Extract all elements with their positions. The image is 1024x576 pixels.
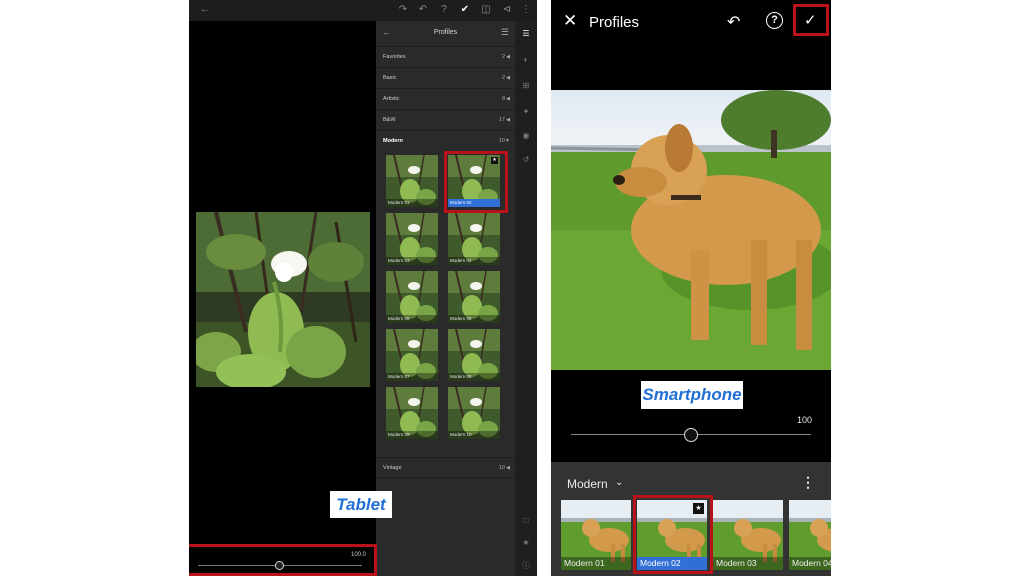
profiles-icon[interactable]: ◐ [521, 55, 531, 65]
profile-thumbnail[interactable]: Modern 07 [386, 329, 438, 381]
thumbnail-label: Modern 08 [448, 373, 500, 381]
undo-icon[interactable]: ↶ [417, 4, 429, 16]
profile-thumbnail[interactable]: Modern 08 [448, 329, 500, 381]
chevron-down-icon[interactable]: ⌄ [615, 477, 623, 488]
tablet-tool-rail: ☰ ◐ ⊞ ✦ ◉ ↺ □ ★ ⓘ [515, 21, 537, 576]
comment-icon[interactable]: □ [521, 516, 531, 526]
panel-title: Profiles [433, 29, 458, 36]
history-icon[interactable]: ↺ [521, 155, 531, 165]
profiles-panel: ← Profiles ☰ Favorites 2 ◀ Basic 2 ◀ Art… [376, 21, 515, 576]
profile-thumbnail[interactable]: Modern 01 [561, 500, 631, 570]
profile-group-selector[interactable]: Modern [567, 477, 608, 491]
thumbnail-label: Modern 01 [386, 199, 438, 207]
chevron-left-icon: ◀ [506, 54, 510, 60]
thumbnail-label: Modern 06 [448, 315, 500, 323]
profile-thumbnail[interactable]: Modern 03 [386, 213, 438, 265]
redo-icon[interactable]: ↷ [397, 4, 409, 16]
thumbnail-label: Modern 05 [386, 315, 438, 323]
smartphone-caption: Smartphone [641, 381, 743, 409]
tablet-selected-profile-highlight [444, 151, 508, 213]
profile-thumbnail[interactable]: Modern 04 [789, 500, 831, 570]
phone-confirm-highlight [793, 4, 829, 36]
phone-title: Profiles [589, 14, 640, 31]
category-modern[interactable]: Modern 10 ▼ [376, 131, 515, 152]
thumbnail-label: Modern 04 [789, 557, 831, 570]
crop-icon[interactable]: ⊞ [521, 81, 531, 91]
thumbnail-label: Modern 04 [448, 257, 500, 265]
tablet-photo-calla-lily [196, 212, 370, 387]
selective-icon[interactable]: ◉ [521, 131, 531, 141]
phone-selected-profile-highlight [633, 495, 713, 574]
profiles-panel-header: ← Profiles ☰ [376, 21, 515, 47]
profile-thumbnail[interactable]: Modern 09 [386, 387, 438, 439]
edit-sliders-icon[interactable]: ☰ [521, 29, 531, 39]
tablet-top-toolbar: ← ↷ ↶ ? ✔ ◫ ⊲ ⋮ [189, 0, 537, 21]
phone-amount-value: 100 [796, 415, 812, 425]
thumbnail-label: Modern 01 [561, 557, 631, 570]
compare-icon[interactable]: ◫ [480, 4, 492, 16]
phone-amount-slider-knob[interactable] [684, 428, 698, 442]
back-arrow-icon[interactable]: ← [199, 4, 211, 16]
share-icon[interactable]: ⊲ [501, 4, 513, 16]
category-bw[interactable]: B&W 17 ◀ [376, 110, 515, 131]
close-icon[interactable]: ✕ [563, 12, 577, 30]
comparison-stage: ← ↷ ↶ ? ✔ ◫ ⊲ ⋮ ← Profiles ☰ Favorites 2… [0, 0, 1024, 576]
tablet-caption: Tablet [330, 491, 392, 518]
done-check-icon[interactable]: ✔ [459, 4, 471, 16]
thumbnail-label: Modern 03 [386, 257, 438, 265]
phone-photo-dog [551, 90, 831, 370]
category-vintage[interactable]: Vintage 10 ◀ [376, 457, 515, 478]
tablet-amount-slider-knob[interactable] [275, 561, 284, 570]
tablet-amount-slider-highlight: 100.0 [189, 544, 377, 576]
help-icon[interactable]: ? [438, 4, 450, 16]
more-menu-icon[interactable]: ⋮ [520, 4, 532, 16]
category-artistic[interactable]: Artistic 8 ◀ [376, 89, 515, 110]
profile-thumbnail[interactable]: Modern 10 [448, 387, 500, 439]
undo-icon[interactable]: ↶ [727, 12, 740, 32]
thumbnail-label: Modern 03 [713, 557, 783, 570]
smartphone-screen: ✕ Profiles ↶ ? ✓ Smartphone 100 Modern ⌄… [551, 0, 831, 576]
profile-thumbnail[interactable]: Modern 06 [448, 271, 500, 323]
tablet-screen: ← ↷ ↶ ? ✔ ◫ ⊲ ⋮ ← Profiles ☰ Favorites 2… [189, 0, 537, 576]
thumbnail-label: Modern 10 [448, 431, 500, 439]
chevron-left-icon: ◀ [506, 96, 510, 102]
chevron-down-icon: ▼ [505, 138, 510, 144]
chevron-left-icon: ◀ [506, 117, 510, 123]
star-icon[interactable]: ★ [521, 538, 531, 548]
tablet-amount-value: 100.0 [350, 552, 366, 558]
profile-thumbnail[interactable]: Modern 03 [713, 500, 783, 570]
healing-icon[interactable]: ✦ [521, 107, 531, 117]
category-basic[interactable]: Basic 2 ◀ [376, 68, 515, 89]
chevron-left-icon: ◀ [506, 75, 510, 81]
panel-menu-icon[interactable]: ☰ [501, 27, 509, 38]
help-icon[interactable]: ? [766, 12, 783, 29]
profile-thumbnail[interactable]: Modern 05 [386, 271, 438, 323]
profile-thumbnail[interactable]: Modern 01 [386, 155, 438, 207]
profile-thumbnail[interactable]: Modern 04 [448, 213, 500, 265]
thumbnail-label: Modern 09 [386, 431, 438, 439]
chevron-left-icon: ◀ [506, 465, 510, 471]
thumbnail-label: Modern 07 [386, 373, 438, 381]
phone-header: ✕ Profiles ↶ ? ✓ [551, 0, 831, 44]
info-icon[interactable]: ⓘ [521, 561, 531, 571]
category-favorites[interactable]: Favorites 2 ◀ [376, 47, 515, 68]
more-options-icon[interactable]: ⋮ [801, 474, 815, 491]
